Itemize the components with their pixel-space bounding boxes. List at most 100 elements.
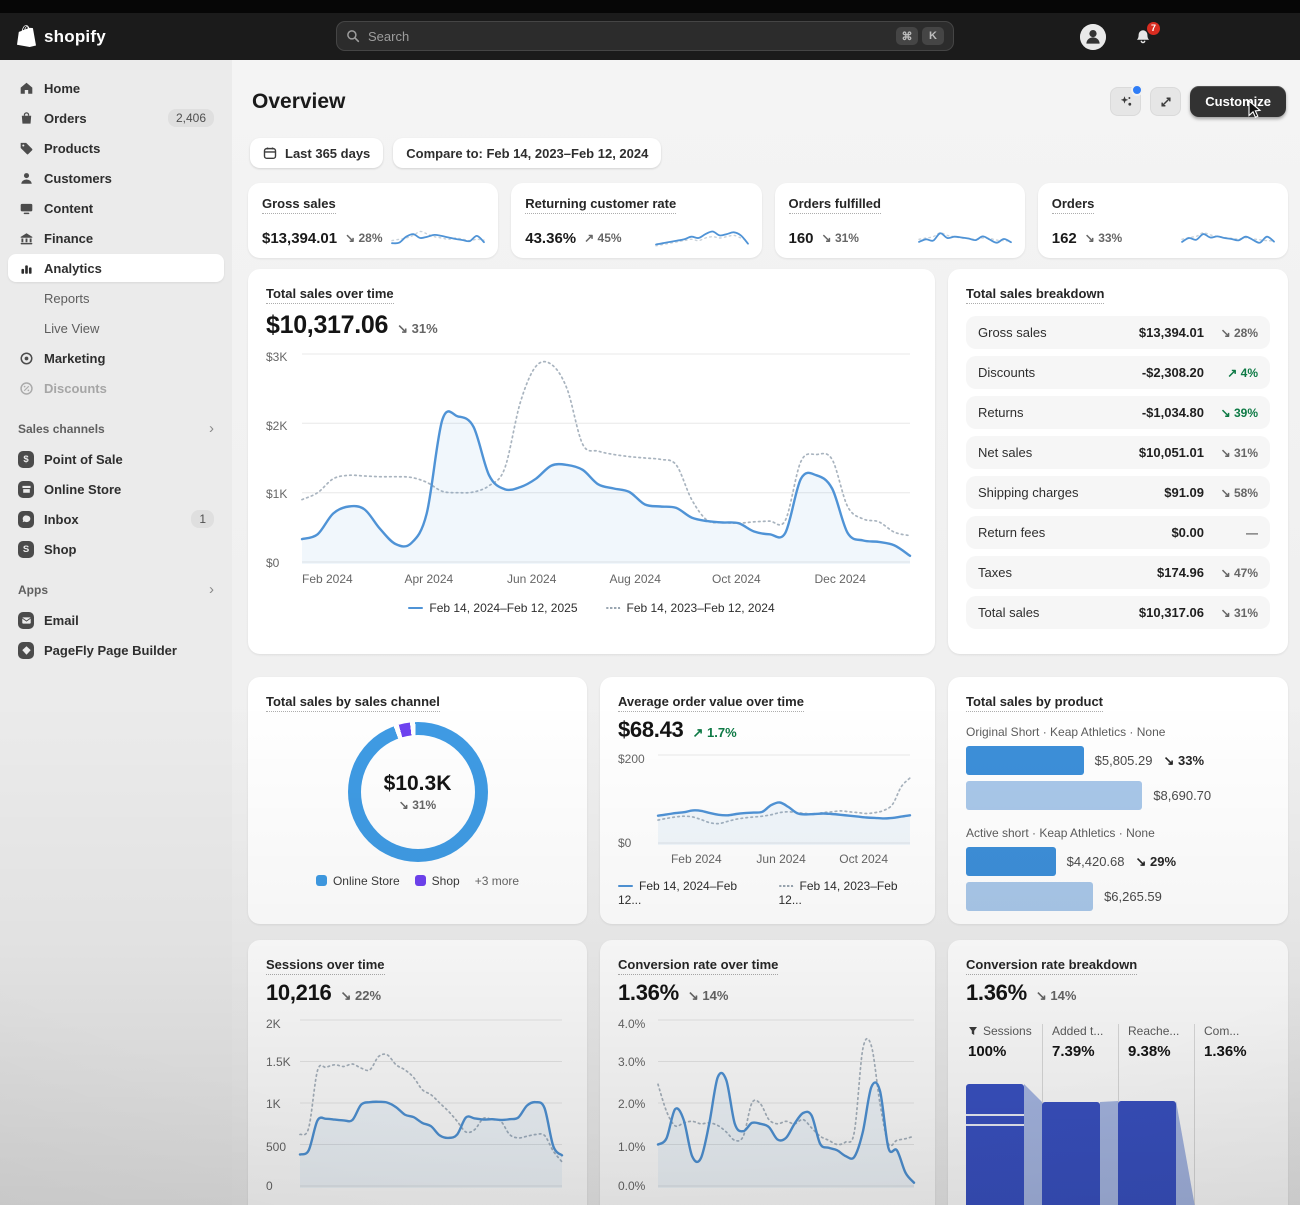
- sidebar-item-discounts[interactable]: Discounts: [8, 374, 224, 402]
- sidebar-item-orders[interactable]: Orders 2,406: [8, 104, 224, 132]
- shop-app-icon: S: [18, 541, 34, 558]
- sidebar-item-label: Live View: [44, 321, 99, 336]
- sidebar-item-home[interactable]: Home: [8, 74, 224, 102]
- notifications-bell-icon[interactable]: 7: [1134, 28, 1152, 46]
- breakdown-row-discounts: Discounts-$2,308.20↗ 4%: [966, 356, 1270, 389]
- sales-channels-section-header[interactable]: Sales channels ›: [8, 420, 224, 437]
- store-avatar[interactable]: [1080, 24, 1106, 50]
- metric-card-orders[interactable]: Orders 162 ↘ 33%: [1038, 183, 1288, 258]
- card-title[interactable]: Conversion rate breakdown: [966, 957, 1137, 975]
- sidebar-item-content[interactable]: Content: [8, 194, 224, 222]
- sidebar-item-email[interactable]: Email: [8, 606, 224, 634]
- sessions-delta: ↘ 22%: [341, 988, 382, 1004]
- online-store-key: [316, 875, 327, 886]
- command-key-badge: ⌘: [896, 27, 918, 45]
- brand-name: shopify: [44, 27, 106, 47]
- card-title[interactable]: Average order value over time: [618, 694, 804, 712]
- sidebar-item-label: Online Store: [44, 482, 121, 497]
- card-title[interactable]: Total sales by product: [966, 694, 1103, 712]
- sidebar-item-live-view[interactable]: Live View: [8, 314, 224, 342]
- metric-title[interactable]: Returning customer rate: [525, 196, 676, 214]
- previous-line-key: [779, 885, 794, 887]
- sidebar-item-point-of-sale[interactable]: $ Point of Sale: [8, 445, 224, 473]
- legend-current: Feb 14, 2024–Feb 12...: [618, 879, 757, 907]
- inbox-count-badge: 1: [191, 510, 214, 528]
- sidebar-item-label: Shop: [44, 542, 77, 557]
- card-title[interactable]: Total sales by sales channel: [266, 694, 440, 712]
- conversion-rate-breakdown-card: Conversion rate breakdown 1.36% ↘ 14% Se…: [948, 940, 1288, 1205]
- card-title[interactable]: Total sales breakdown: [966, 286, 1104, 304]
- home-icon: [18, 81, 34, 96]
- metric-card-returning-rate[interactable]: Returning customer rate 43.36% ↗ 45%: [511, 183, 761, 258]
- metric-title[interactable]: Gross sales: [262, 196, 336, 214]
- bar-chart-icon: [18, 261, 34, 276]
- notification-count-badge: 7: [1147, 22, 1160, 35]
- sparkline-chart: [392, 223, 484, 253]
- donut-delta: ↘ 31%: [399, 798, 436, 812]
- product-group: Original Short · Keap Athletics · None $…: [966, 725, 1270, 810]
- more-channels-label[interactable]: +3 more: [475, 874, 519, 888]
- funnel-connector: [1100, 1074, 1118, 1205]
- card-title[interactable]: Total sales over time: [266, 286, 394, 304]
- funnel-bar-checkout: [1118, 1101, 1176, 1205]
- sidebar-item-online-store[interactable]: Online Store: [8, 475, 224, 503]
- metric-card-gross-sales[interactable]: Gross sales $13,394.01 ↘ 28%: [248, 183, 498, 258]
- search-placeholder: Search: [368, 29, 409, 44]
- funnel-icon: [968, 1026, 978, 1036]
- date-range-filter[interactable]: Last 365 days: [250, 138, 383, 168]
- sessions-value: 10,216: [266, 980, 332, 1006]
- metric-title[interactable]: Orders fulfilled: [789, 196, 881, 214]
- avatar-icon: [1080, 24, 1106, 50]
- assistant-button[interactable]: [1110, 87, 1141, 116]
- sidebar-item-finance[interactable]: Finance: [8, 224, 224, 252]
- card-title[interactable]: Conversion rate over time: [618, 957, 778, 975]
- sidebar-item-analytics[interactable]: Analytics: [8, 254, 224, 282]
- conversion-funnel: Sessions 100% Added t... 7.39% Reache...…: [966, 1020, 1270, 1205]
- sessions-line-chart: [300, 1018, 562, 1188]
- sidebar-item-products[interactable]: Products: [8, 134, 224, 162]
- compare-label: Compare to: Feb 14, 2023–Feb 12, 2024: [406, 146, 648, 161]
- sidebar-item-label: Email: [44, 613, 79, 628]
- total-sales-delta: ↘ 31%: [397, 321, 438, 337]
- sales-by-product-card: Total sales by product Original Short · …: [948, 677, 1288, 924]
- legend-current: Feb 14, 2024–Feb 12, 2025: [408, 601, 577, 615]
- sidebar-item-reports[interactable]: Reports: [8, 284, 224, 312]
- person-icon: [18, 171, 34, 186]
- sidebar-item-shop[interactable]: S Shop: [8, 535, 224, 563]
- breakdown-row-returns: Returns-$1,034.80↘ 39%: [966, 396, 1270, 429]
- sidebar-item-inbox[interactable]: Inbox 1: [8, 505, 224, 533]
- conversion-delta: ↘ 14%: [688, 988, 729, 1004]
- product-label: Original Short · Keap Athletics · None: [966, 725, 1270, 739]
- compare-filter[interactable]: Compare to: Feb 14, 2023–Feb 12, 2024: [393, 138, 661, 168]
- chart-legend: Feb 14, 2024–Feb 12, 2025 Feb 14, 2023–F…: [266, 601, 917, 615]
- screen-top-strip: [0, 0, 1300, 13]
- apps-section-header[interactable]: Apps ›: [8, 581, 224, 598]
- card-title[interactable]: Sessions over time: [266, 957, 385, 975]
- customize-button[interactable]: Customize: [1190, 86, 1286, 117]
- metric-title[interactable]: Orders: [1052, 196, 1095, 214]
- y-axis-labels: 4.0% 3.0% 2.0% 1.0% 0.0%: [618, 1018, 658, 1188]
- notification-dot: [1131, 84, 1143, 96]
- expand-button[interactable]: [1150, 87, 1181, 116]
- topbar: shopify Search ⌘ K 7: [0, 13, 1300, 60]
- search-input[interactable]: Search ⌘ K: [336, 21, 954, 51]
- inbox-icon: [18, 511, 34, 528]
- bar-delta: ↘ 33%: [1163, 753, 1204, 769]
- section-title: Apps: [18, 583, 48, 597]
- target-icon: [18, 351, 34, 366]
- sidebar-item-label: Marketing: [44, 351, 105, 366]
- sparkle-icon: [1118, 94, 1134, 109]
- expand-icon: [1159, 95, 1173, 109]
- breakdown-row-gross-sales: Gross sales$13,394.01↘ 28%: [966, 316, 1270, 349]
- sidebar-item-pagefly[interactable]: PageFly Page Builder: [8, 636, 224, 664]
- sidebar-item-marketing[interactable]: Marketing: [8, 344, 224, 372]
- y-axis-labels: 2K 1.5K 1K 500 0: [266, 1018, 300, 1188]
- orders-icon: [18, 111, 34, 126]
- metric-card-orders-fulfilled[interactable]: Orders fulfilled 160 ↘ 31%: [775, 183, 1025, 258]
- pos-icon: $: [18, 451, 34, 468]
- online-store-icon: [18, 481, 34, 498]
- shopify-logo[interactable]: shopify: [16, 25, 106, 48]
- y-axis-labels: $200 $0: [618, 753, 658, 845]
- bar-delta: ↘ 29%: [1136, 854, 1177, 870]
- sidebar-item-customers[interactable]: Customers: [8, 164, 224, 192]
